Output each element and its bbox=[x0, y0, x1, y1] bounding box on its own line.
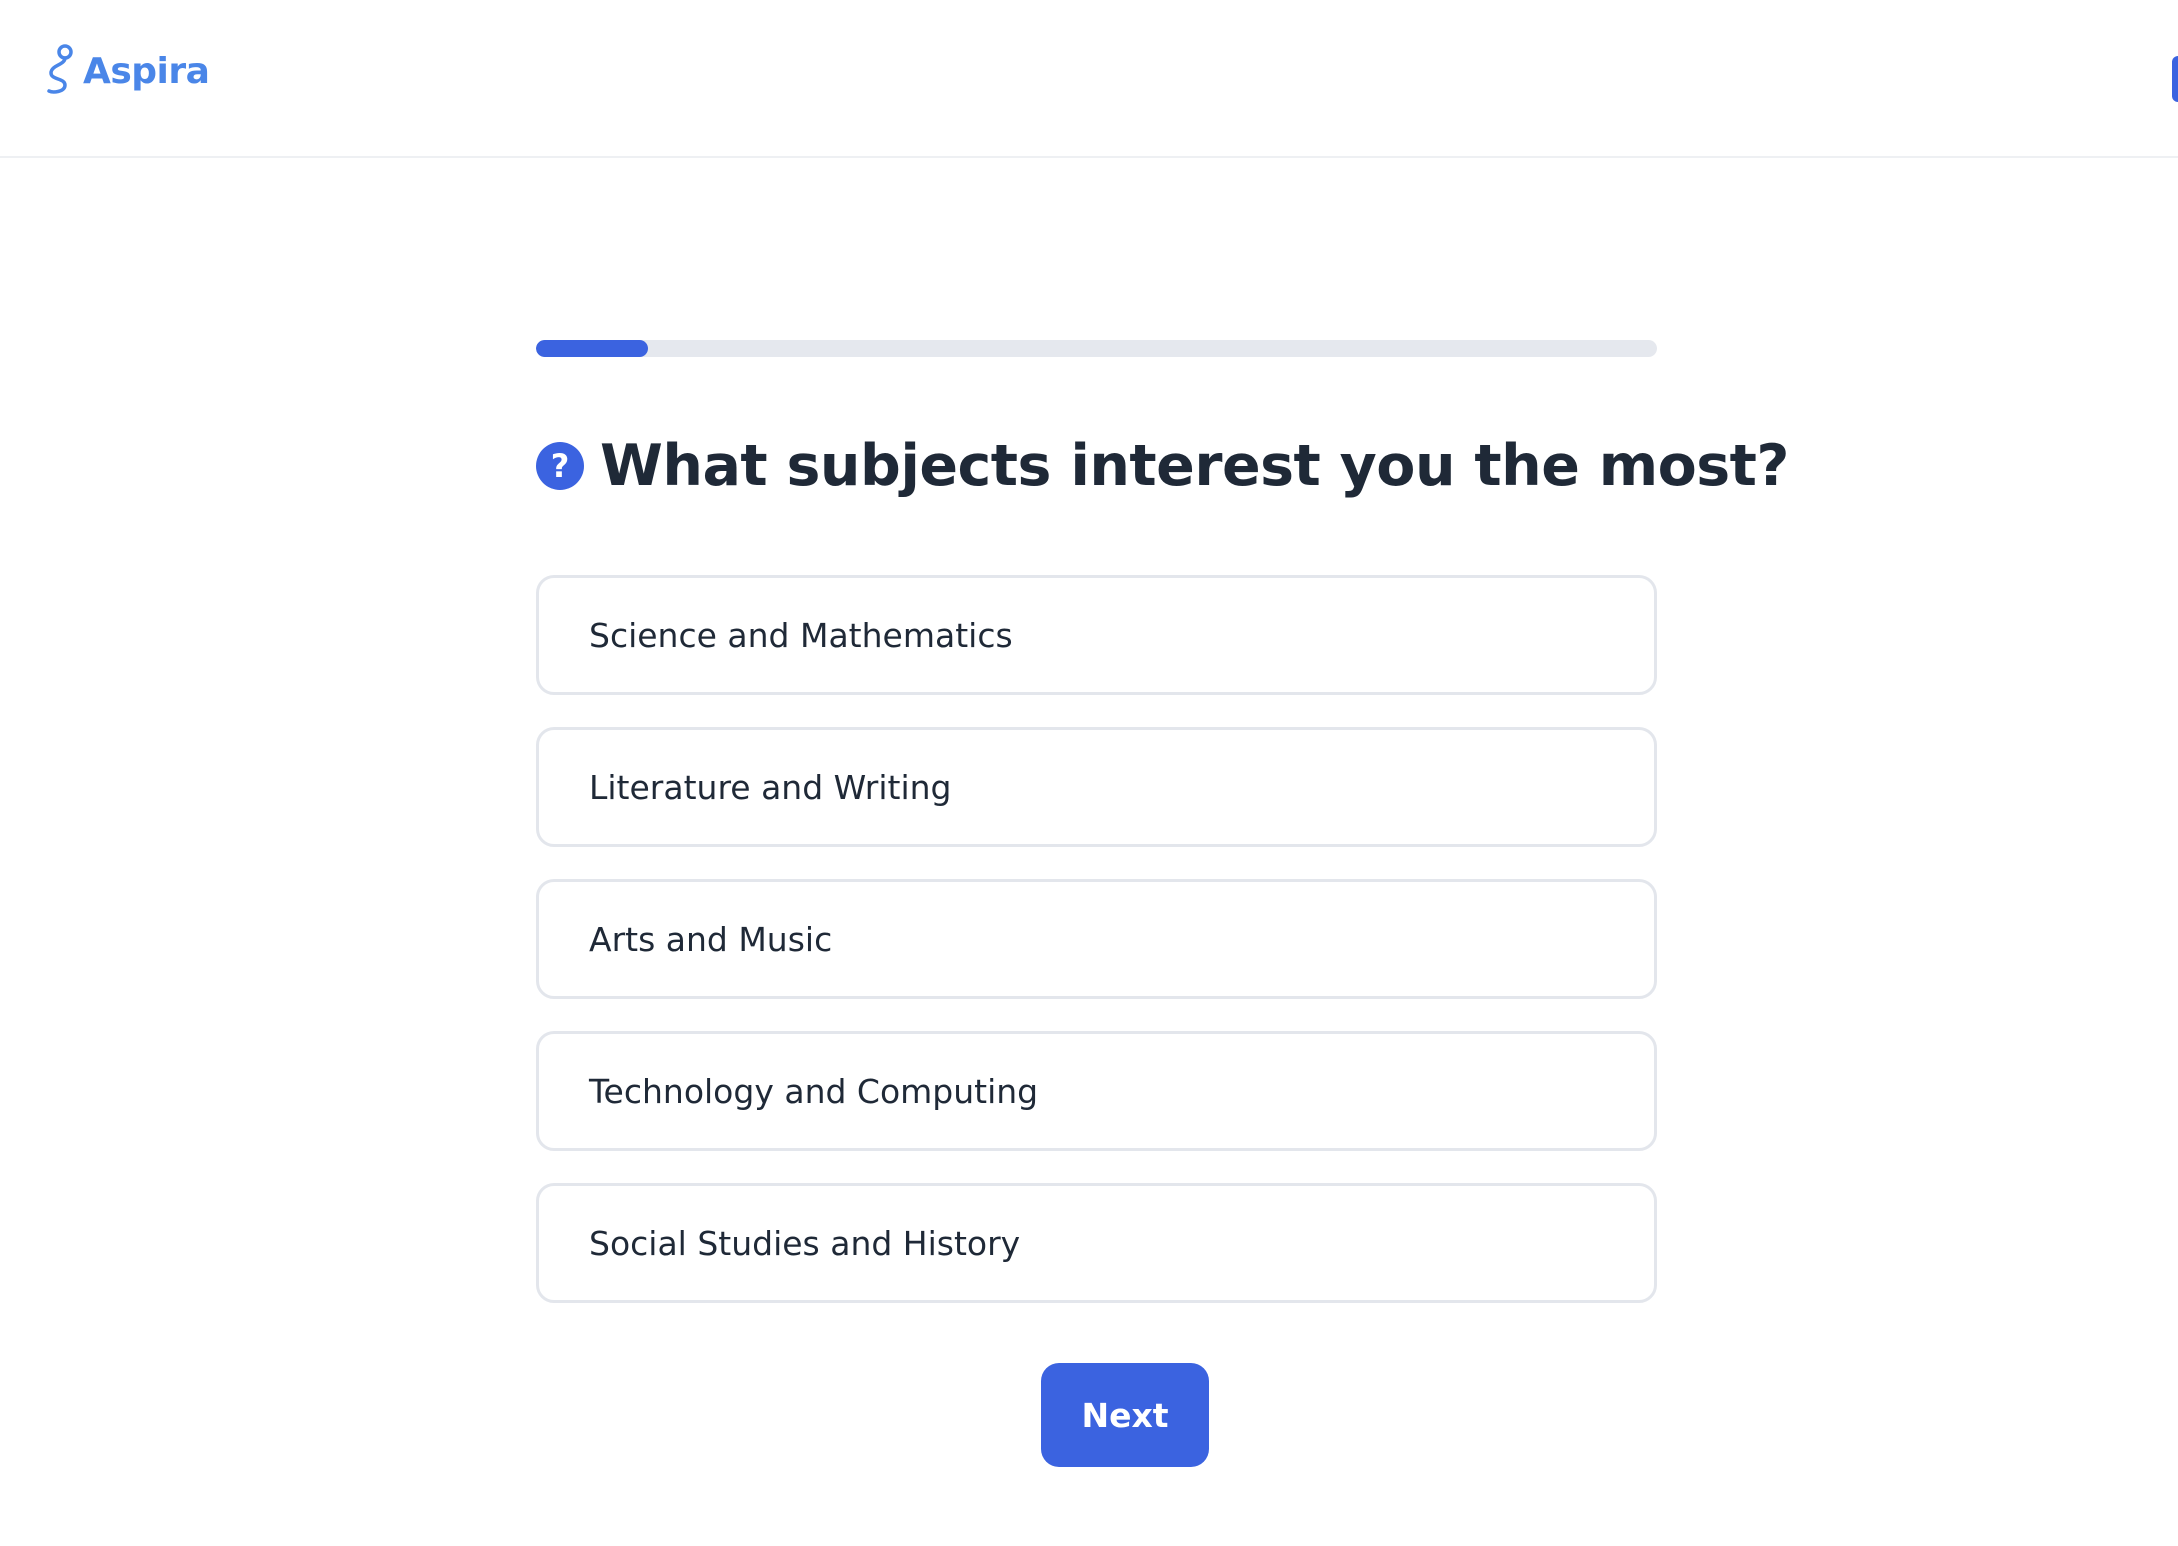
question-text: What subjects interest you the most? bbox=[600, 433, 1790, 499]
question-circle-icon: ? bbox=[536, 442, 584, 490]
brand-logo[interactable]: Aspira bbox=[43, 32, 210, 110]
option-label: Technology and Computing bbox=[589, 1071, 1039, 1111]
brand-name: Aspira bbox=[83, 50, 210, 92]
option-label: Arts and Music bbox=[589, 919, 833, 959]
option-literature-and-writing[interactable]: Literature and Writing bbox=[536, 727, 1657, 847]
option-science-and-mathematics[interactable]: Science and Mathematics bbox=[536, 575, 1657, 695]
option-label: Literature and Writing bbox=[589, 767, 952, 807]
option-label: Social Studies and History bbox=[589, 1223, 1021, 1263]
option-technology-and-computing[interactable]: Technology and Computing bbox=[536, 1031, 1657, 1151]
next-button[interactable]: Next bbox=[1041, 1363, 1209, 1467]
next-button-container: Next bbox=[1041, 1363, 1209, 1467]
option-social-studies-and-history[interactable]: Social Studies and History bbox=[536, 1183, 1657, 1303]
route-pin-icon bbox=[43, 43, 79, 99]
quiz-panel: ? What subjects interest you the most? S… bbox=[536, 340, 1790, 1335]
question-heading: ? What subjects interest you the most? bbox=[536, 433, 1790, 499]
top-navigation-bar: Aspira bbox=[0, 0, 2178, 158]
progress-bar bbox=[536, 340, 1657, 357]
option-label: Science and Mathematics bbox=[589, 615, 1013, 655]
progress-bar-fill bbox=[536, 340, 649, 357]
option-arts-and-music[interactable]: Arts and Music bbox=[536, 879, 1657, 999]
header-edge-button[interactable] bbox=[2172, 56, 2178, 102]
answer-options-list: Science and Mathematics Literature and W… bbox=[536, 575, 1657, 1303]
